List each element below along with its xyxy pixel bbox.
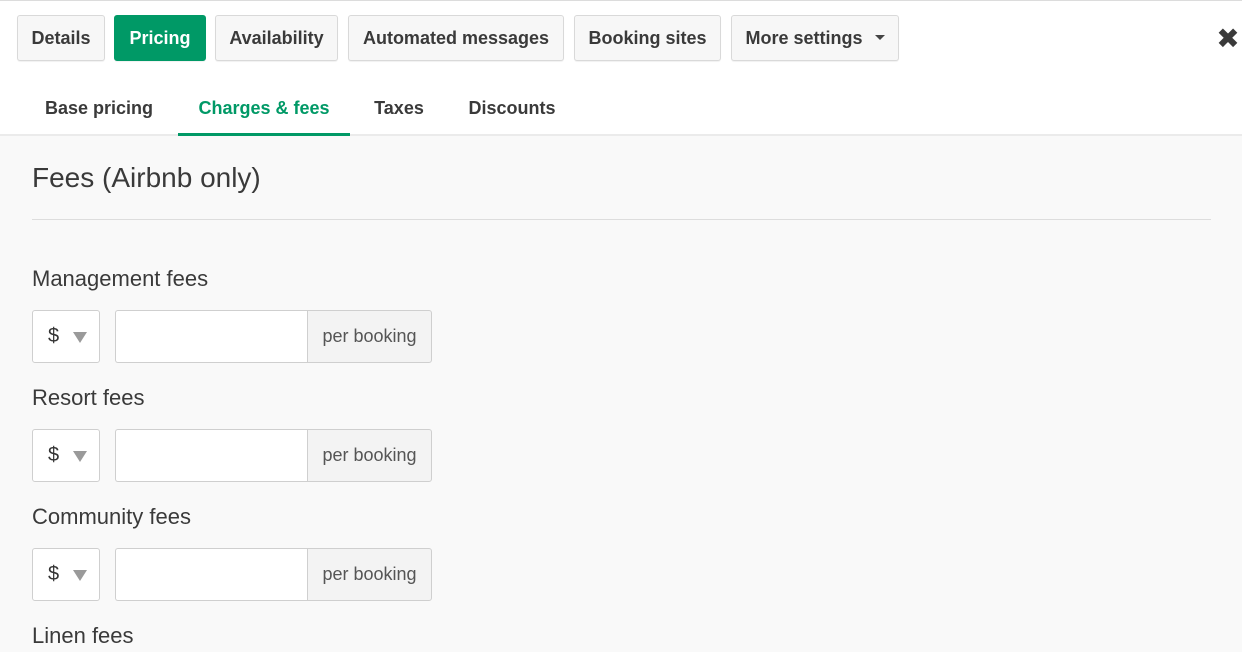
community-fees-unit: per booking xyxy=(307,548,432,601)
management-fees-label: Management fees xyxy=(32,266,209,291)
currency-value: $ xyxy=(48,444,60,466)
tab-availability[interactable]: Availability xyxy=(215,15,338,61)
caret-down-icon xyxy=(874,34,885,40)
linen-fees-label: Linen fees xyxy=(32,623,134,648)
management-fees-unit: per booking xyxy=(307,310,432,363)
caret-down-icon xyxy=(73,451,87,462)
tab-automated-messages[interactable]: Automated messages xyxy=(348,15,564,61)
pricing-subtab-bar: Base pricing Charges & fees Taxes Discou… xyxy=(0,80,1242,136)
currency-value: $ xyxy=(48,563,60,585)
resort-fees-input[interactable] xyxy=(115,429,308,482)
subtab-discounts[interactable]: Discounts xyxy=(450,80,574,134)
community-fees-input[interactable] xyxy=(115,548,308,601)
tab-pricing[interactable]: Pricing xyxy=(114,15,206,61)
section-title: Fees (Airbnb only) xyxy=(32,162,261,193)
resort-fees-unit: per booking xyxy=(307,429,432,482)
close-icon[interactable]: ✖ xyxy=(1216,25,1240,53)
community-fees-currency-select[interactable]: $ xyxy=(32,548,100,601)
resort-fees-currency-select[interactable]: $ xyxy=(32,429,100,482)
subtab-taxes[interactable]: Taxes xyxy=(356,80,442,134)
resort-fees-label: Resort fees xyxy=(32,385,145,410)
section-divider xyxy=(32,219,1211,220)
management-fees-input[interactable] xyxy=(115,310,308,363)
currency-value: $ xyxy=(48,325,60,347)
caret-down-icon xyxy=(73,570,87,581)
management-fees-currency-select[interactable]: $ xyxy=(32,310,100,363)
subtab-charges-fees[interactable]: Charges & fees xyxy=(178,80,350,136)
tab-more-settings-label: More settings xyxy=(745,28,863,48)
community-fees-label: Community fees xyxy=(32,504,191,529)
tab-booking-sites[interactable]: Booking sites xyxy=(574,15,721,61)
top-border xyxy=(0,0,1242,1)
tab-more-settings[interactable]: More settings xyxy=(731,15,899,61)
tab-details[interactable]: Details xyxy=(17,15,105,61)
subtab-base-pricing[interactable]: Base pricing xyxy=(26,80,172,134)
settings-tab-bar: Details Pricing Availability Automated m… xyxy=(0,0,1242,80)
caret-down-icon xyxy=(73,332,87,343)
